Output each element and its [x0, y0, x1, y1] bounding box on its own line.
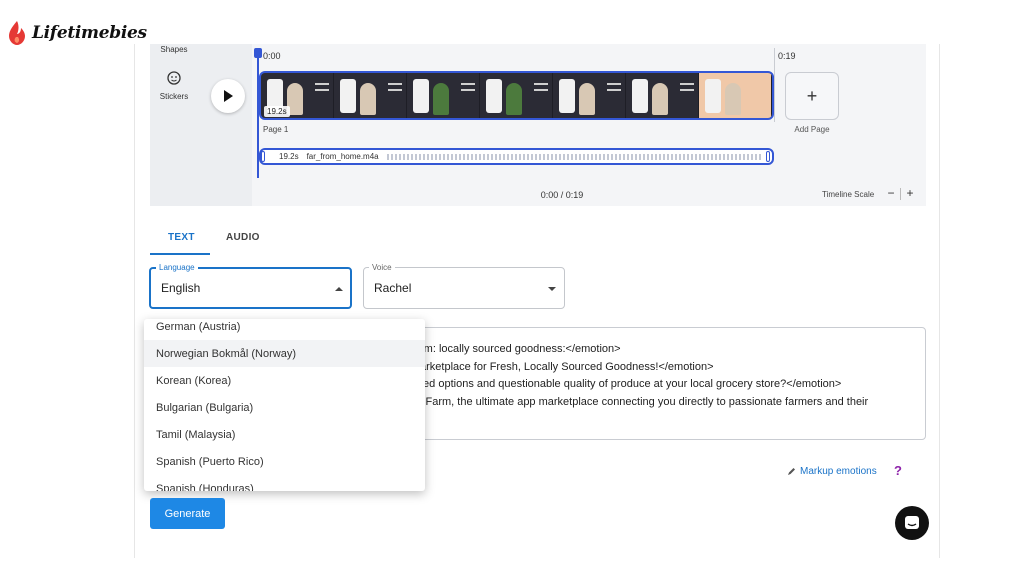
voice-value: Rachel	[374, 281, 412, 295]
video-clip-strip[interactable]	[259, 71, 774, 120]
time-readout: 0:00 / 0:19	[540, 190, 584, 200]
language-option[interactable]: Tamil (Malaysia)	[144, 421, 425, 448]
caret-up-icon	[335, 287, 343, 291]
chat-button[interactable]	[895, 506, 929, 540]
language-dropdown-menu[interactable]: German (Austria) Norwegian Bokmål (Norwa…	[144, 319, 425, 491]
clip-thumbnail	[699, 73, 772, 118]
clip-thumbnail	[553, 73, 626, 118]
add-page-label: Add Page	[794, 125, 830, 134]
tab-audio[interactable]: AUDIO	[226, 232, 260, 243]
language-label: Language	[156, 263, 198, 272]
brand-logo: Lifetimebies	[6, 20, 147, 46]
language-option[interactable]: Korean (Korea)	[144, 367, 425, 394]
pencil-icon	[788, 468, 795, 475]
tool-rail: Shapes Stickers	[150, 44, 198, 206]
sticker-icon[interactable]	[167, 71, 181, 85]
audio-trim-handle-right[interactable]	[766, 151, 770, 162]
voice-select[interactable]: Rachel	[363, 267, 565, 309]
script-line: rm: locally sourced goodness:</emotion>	[420, 343, 621, 355]
stickers-tool[interactable]: Stickers	[150, 92, 198, 101]
flame-logo-icon	[9, 21, 25, 45]
clip-thumbnail	[626, 73, 699, 118]
shapes-tool[interactable]: Shapes	[150, 45, 198, 54]
play-icon	[224, 90, 233, 102]
audio-waveform	[386, 153, 762, 160]
language-option[interactable]: Spanish (Honduras)	[144, 475, 425, 492]
script-line: ted options and questionable quality of …	[420, 378, 842, 390]
zoom-out-button[interactable]: −	[884, 187, 898, 201]
script-line: arketplace for Fresh, Locally Sourced Go…	[420, 361, 714, 373]
help-icon[interactable]: ?	[894, 463, 902, 478]
language-option[interactable]: Spanish (Puerto Rico)	[144, 448, 425, 475]
add-page-button[interactable]: +	[785, 72, 839, 120]
language-option[interactable]: Norwegian Bokmål (Norway)	[144, 340, 425, 367]
scale-divider	[900, 188, 901, 200]
play-button[interactable]	[211, 79, 245, 113]
timeline-scale-label: Timeline Scale	[822, 190, 875, 199]
language-option[interactable]: Bulgarian (Bulgaria)	[144, 394, 425, 421]
audio-duration: 19.2s	[279, 152, 299, 161]
language-option[interactable]: German (Austria)	[144, 319, 425, 340]
script-line: l Farm, the ultimate app marketplace con…	[420, 396, 869, 408]
markup-emotions-label: Markup emotions	[800, 466, 877, 477]
playhead-handle[interactable]	[254, 48, 262, 58]
playhead[interactable]	[257, 50, 259, 178]
timeline-end-marker	[774, 48, 775, 122]
timeline-start-time: 0:00	[263, 51, 281, 61]
timeline-end-time: 0:19	[778, 51, 796, 61]
language-select[interactable]: English	[149, 267, 352, 309]
page-label: Page 1	[263, 125, 289, 134]
active-tab-indicator	[150, 253, 210, 255]
markup-emotions-link[interactable]: Markup emotions	[787, 466, 877, 477]
language-value: English	[161, 281, 201, 295]
clip-thumbnail	[334, 73, 407, 118]
audio-clip-strip[interactable]: 19.2s far_from_home.m4a	[259, 148, 774, 165]
audio-file-name: far_from_home.m4a	[306, 152, 379, 161]
logo-text: Lifetimebies	[32, 23, 147, 43]
voice-label: Voice	[369, 263, 395, 272]
clip-duration-badge: 19.2s	[264, 106, 290, 117]
zoom-in-button[interactable]: +	[903, 187, 917, 201]
generate-button[interactable]: Generate	[150, 498, 225, 529]
chat-icon	[905, 516, 919, 529]
tab-text[interactable]: TEXT	[168, 232, 195, 243]
audio-trim-handle-left[interactable]	[261, 151, 265, 162]
clip-thumbnail	[480, 73, 553, 118]
caret-down-icon	[548, 287, 556, 291]
clip-thumbnail	[407, 73, 480, 118]
